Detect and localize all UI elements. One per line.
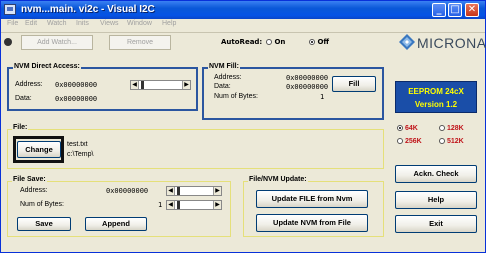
menu-edit[interactable]: Edit (25, 20, 37, 27)
app-icon (4, 4, 16, 15)
fill-bytes-value: 1 (320, 93, 325, 101)
maximize-button[interactable]: □ (448, 3, 462, 17)
window-title: nvm...main. vi2c - Visual I2C (21, 4, 155, 15)
menu-views[interactable]: Views (100, 20, 119, 27)
save-button[interactable]: Save (17, 217, 71, 231)
scroll-thumb[interactable] (177, 187, 180, 195)
scroll-right-arrow-icon[interactable]: ▶ (182, 81, 190, 89)
direct-address-label: Address: (15, 81, 43, 88)
scroll-right-arrow-icon[interactable]: ▶ (213, 187, 221, 195)
micronas-logo-text: MICRONAS (417, 35, 486, 51)
direct-data-label: Data: (15, 95, 32, 102)
update-nvm-from-file-button[interactable]: Update NVM from File (256, 214, 368, 232)
menu-file[interactable]: File (7, 20, 18, 27)
size-64k-option[interactable]: 64K (397, 125, 418, 132)
file-name: test.txt (67, 141, 88, 148)
nvm-direct-access-title: NVM Direct Access: (13, 63, 81, 70)
change-button-highlight (13, 136, 64, 163)
menu-help[interactable]: Help (162, 20, 176, 27)
autoread-off-label: Off (317, 38, 330, 46)
nvm-direct-access-group: NVM Direct Access: Address: 0x00000000 ◀… (7, 63, 198, 111)
append-button[interactable]: Append (85, 217, 147, 231)
scroll-left-arrow-icon[interactable]: ◀ (167, 187, 175, 195)
direct-data-value: 0x00000000 (55, 95, 98, 103)
autoread-off-option[interactable]: Off (309, 38, 329, 46)
direct-address-scrollbar[interactable]: ◀ ▶ (130, 80, 191, 90)
update-file-from-nvm-button[interactable]: Update FILE from Nvm (256, 190, 368, 208)
eeprom-title: EEPROM 24cX (408, 87, 464, 96)
size-512k-radio[interactable] (439, 138, 445, 144)
size-128k-radio[interactable] (439, 125, 445, 131)
size-256k-option[interactable]: 256K (397, 138, 422, 145)
remove-button[interactable]: Remove (109, 35, 171, 50)
micronas-logo-icon (399, 34, 415, 50)
size-64k-radio[interactable] (397, 125, 403, 131)
add-watch-button[interactable]: Add Watch... (21, 35, 93, 50)
scroll-right-arrow-icon[interactable]: ▶ (213, 201, 221, 209)
fill-bytes-label: Num of Bytes: (214, 93, 258, 100)
close-button[interactable]: ✕ (465, 3, 479, 17)
nvm-fill-group: NVM Fill: Address: 0x00000000 Data: 0x00… (202, 63, 384, 120)
scroll-left-arrow-icon[interactable]: ◀ (131, 81, 139, 89)
help-button[interactable]: Help (395, 191, 477, 209)
title-bar: nvm...main. vi2c - Visual I2C _ □ ✕ (1, 1, 485, 19)
scroll-thumb[interactable] (177, 201, 180, 209)
record-icon (4, 38, 12, 46)
fill-button[interactable]: Fill (332, 76, 376, 92)
save-bytes-scrollbar[interactable]: ◀ ▶ (166, 200, 222, 210)
size-128k-label: 128K (446, 125, 464, 132)
menu-bar: File Edit Watch Inits Views Window Help (1, 19, 485, 31)
file-nvm-update-title: File/NVM Update: (248, 176, 308, 183)
autoread-on-label: On (274, 38, 286, 46)
scroll-thumb[interactable] (141, 81, 144, 89)
menu-inits[interactable]: Inits (76, 20, 89, 27)
fill-address-value: 0x00000000 (286, 74, 329, 82)
eeprom-version: Version 1.2 (414, 100, 458, 109)
save-address-value: 0x00000000 (106, 187, 149, 195)
nvm-fill-title: NVM Fill: (208, 63, 240, 70)
size-64k-label: 64K (404, 125, 418, 132)
size-256k-radio[interactable] (397, 138, 403, 144)
main-window: nvm...main. vi2c - Visual I2C _ □ ✕ File… (0, 0, 486, 253)
fill-data-label: Data: (214, 83, 231, 90)
file-title: File: (12, 124, 29, 131)
exit-button[interactable]: Exit (395, 215, 477, 233)
direct-address-value: 0x00000000 (55, 81, 98, 89)
menu-window[interactable]: Window (127, 20, 152, 27)
autoread-off-radio[interactable] (309, 39, 315, 45)
fill-data-value: 0x00000000 (286, 83, 329, 91)
size-128k-option[interactable]: 128K (439, 125, 464, 132)
eeprom-version-box: EEPROM 24cX Version 1.2 (395, 81, 477, 113)
size-256k-label: 256K (404, 138, 422, 145)
file-nvm-update-group: File/NVM Update: Update FILE from Nvm Up… (243, 176, 384, 237)
save-bytes-label: Num of Bytes: (20, 201, 64, 208)
minimize-button[interactable]: _ (432, 3, 446, 17)
file-save-title: File Save: (12, 176, 47, 183)
menu-watch[interactable]: Watch (47, 20, 67, 27)
save-address-label: Address: (20, 187, 48, 194)
save-bytes-value: 1 (158, 201, 163, 209)
autoread-label: AutoRead: (221, 38, 263, 46)
size-512k-label: 512K (446, 138, 464, 145)
autoread-on-radio[interactable] (266, 39, 272, 45)
size-512k-option[interactable]: 512K (439, 138, 464, 145)
file-path: c:\Temp\ (67, 151, 94, 158)
fill-address-label: Address: (214, 74, 242, 81)
save-address-scrollbar[interactable]: ◀ ▶ (166, 186, 222, 196)
scroll-left-arrow-icon[interactable]: ◀ (167, 201, 175, 209)
ackn-check-button[interactable]: Ackn. Check (395, 165, 477, 183)
file-save-group: File Save: Address: 0x00000000 ◀ ▶ Num o… (7, 176, 231, 237)
autoread-on-option[interactable]: On (266, 38, 285, 46)
